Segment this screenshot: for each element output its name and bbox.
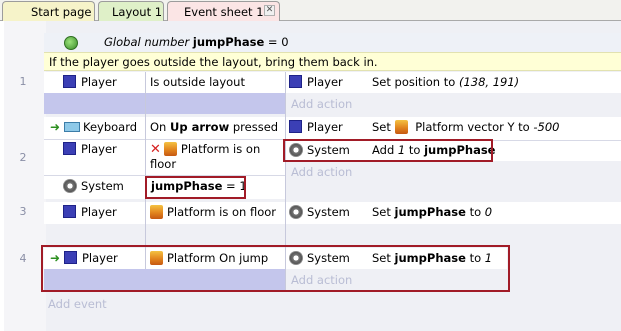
highlight-box: [145, 176, 246, 199]
add-event-link[interactable]: Add event: [48, 297, 107, 311]
highlight-box: [41, 245, 510, 292]
comment[interactable]: If the player goes outside the layout, b…: [44, 52, 621, 71]
object-name: Player: [81, 205, 117, 219]
event-number: 4: [19, 252, 27, 265]
variable-name: jumpPhase: [394, 205, 466, 219]
action-object: Player: [289, 72, 343, 93]
condition-key: Up arrow: [170, 120, 230, 134]
global-var-prefix: Global number: [104, 35, 190, 49]
invert-x-icon: ✕: [150, 142, 161, 157]
action-value: 0: [484, 205, 493, 219]
event-strip: [44, 93, 285, 114]
condition-text[interactable]: Is outside layout: [150, 72, 245, 93]
add-action-link[interactable]: Add action: [291, 97, 352, 111]
action-text[interactable]: Set position to (138, 191): [372, 72, 519, 93]
condition-object: Player: [63, 202, 117, 223]
tab-label: Layout 1: [112, 5, 163, 19]
trigger-arrow-icon: ➜: [50, 120, 61, 134]
condition-text-part: pressed: [229, 120, 279, 134]
action-object: Player: [289, 117, 343, 138]
action-text-part: Set position to: [372, 75, 459, 89]
global-var-value: = 0: [267, 35, 289, 49]
system-gear-icon: [63, 179, 77, 193]
action-text-part: Set: [372, 205, 395, 219]
tab-label: Start page: [31, 5, 92, 19]
player-object-icon: [63, 75, 76, 88]
condition-text-part: Platform is on floor: [167, 205, 277, 219]
global-variable[interactable]: Global number jumpPhase = 0: [44, 33, 621, 52]
object-name: System: [81, 179, 124, 193]
platform-behavior-icon: [163, 142, 177, 156]
tab-layout-1[interactable]: Layout 1: [98, 1, 164, 21]
condition-text-part: On: [150, 120, 170, 134]
close-tab-icon[interactable]: ✕: [264, 5, 275, 16]
action-value: -500: [533, 120, 560, 134]
action-text[interactable]: Set jumpPhase to 0: [372, 202, 492, 223]
tab-bar: Start page Layout 1 Event sheet 1 ✕: [0, 0, 621, 22]
condition-text[interactable]: Platform is on floor: [150, 202, 276, 223]
object-name: Player: [307, 75, 343, 89]
condition-text-part: floor: [150, 157, 177, 171]
player-object-icon: [63, 142, 76, 155]
object-name: Player: [307, 120, 343, 134]
event-number: 2: [19, 151, 27, 164]
condition-text[interactable]: On Up arrow pressed: [150, 117, 278, 138]
object-name: System: [307, 205, 350, 219]
event-number: 1: [19, 75, 27, 88]
condition-object: Player: [63, 72, 117, 93]
object-name: Player: [81, 142, 117, 156]
globe-icon: [64, 36, 78, 50]
condition-object: ➜ Keyboard: [50, 117, 137, 138]
condition-object: System: [63, 176, 124, 197]
event-gutter: [4, 21, 46, 331]
player-object-icon: [289, 75, 302, 88]
global-var-name: jumpPhase: [192, 35, 265, 49]
condition-text-part: Platform is on: [180, 142, 261, 156]
tab-label: Event sheet 1: [184, 5, 264, 19]
tab-start-page[interactable]: Start page: [2, 1, 95, 21]
action-text-part: Platform vector Y to: [411, 120, 534, 134]
object-name: Player: [81, 75, 117, 89]
action-text[interactable]: Set Platform vector Y to -500: [372, 117, 559, 138]
player-object-icon: [63, 205, 76, 218]
platform-behavior-icon: [394, 120, 408, 134]
condition-object: Player: [63, 139, 117, 160]
player-object-icon: [289, 120, 302, 133]
action-value: (138, 191): [458, 75, 520, 89]
platform-behavior-icon: [150, 205, 163, 219]
highlight-box: [283, 139, 493, 162]
action-object: System: [289, 202, 350, 223]
condition-text[interactable]: ✕ Platform is on floor: [150, 139, 280, 175]
add-action-link[interactable]: Add action: [291, 165, 352, 179]
action-text-part: to: [465, 205, 485, 219]
system-gear-icon: [289, 205, 303, 219]
event-number: 3: [19, 205, 27, 218]
action-text-part: Set: [372, 120, 391, 134]
object-name: Keyboard: [83, 120, 138, 134]
keyboard-icon: [64, 122, 80, 132]
column-divider: [145, 72, 146, 269]
